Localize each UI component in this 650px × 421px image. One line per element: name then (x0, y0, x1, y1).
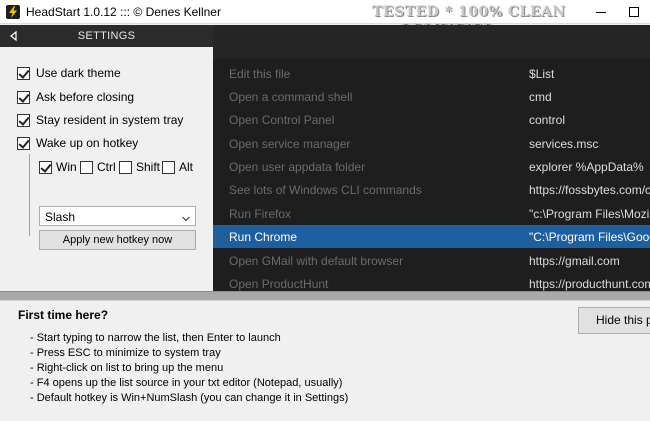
checkbox[interactable] (119, 160, 132, 174)
option-dark-theme[interactable]: Use dark theme (17, 65, 121, 81)
minimize-button[interactable] (584, 0, 618, 24)
item-name: Open a command shell (229, 90, 353, 104)
checkbox[interactable] (17, 90, 30, 104)
modifier-alt[interactable]: Alt (162, 159, 193, 175)
option-label: Ask before closing (36, 90, 135, 104)
list-item[interactable]: Open user appdata folder explorer %AppDa… (213, 155, 650, 178)
hotkey-key-select[interactable]: Slash (39, 206, 196, 226)
list-item[interactable]: Run Firefox "c:\Program Files\Mozill (213, 202, 650, 225)
item-name: Open ProductHunt (229, 277, 329, 291)
list-header-area (213, 25, 650, 59)
help-line: - Default hotkey is Win+NumSlash (you ca… (30, 392, 349, 404)
item-command: https://fossbytes.com/c (529, 183, 650, 197)
maximize-icon (629, 7, 639, 17)
help-title: First time here? (18, 308, 109, 322)
item-command: https://producthunt.com (529, 277, 650, 291)
help-panel: First time here? Hide this p - Start typ… (0, 301, 650, 421)
item-name: See lots of Windows CLI commands (229, 183, 422, 197)
hide-help-button[interactable]: Hide this p (578, 307, 650, 334)
item-command: https://gmail.com (529, 254, 620, 268)
item-name: Open user appdata folder (229, 160, 366, 174)
option-label: Stay resident in system tray (36, 113, 184, 127)
settings-header: SETTINGS (0, 25, 213, 47)
option-system-tray[interactable]: Stay resident in system tray (17, 112, 183, 128)
modifier-label: Win (56, 160, 77, 174)
maximize-button[interactable] (617, 0, 650, 24)
checkbox[interactable] (17, 66, 30, 80)
item-name: Run Chrome (229, 230, 298, 244)
checkbox[interactable] (17, 136, 30, 150)
list-item[interactable]: Open Control Panel control (213, 108, 650, 131)
minimize-icon (596, 11, 606, 13)
item-command: services.msc (529, 137, 599, 151)
item-name: Open GMail with default browser (229, 254, 404, 268)
list-item[interactable]: Open service manager services.msc (213, 132, 650, 155)
modifier-label: Shift (136, 160, 161, 174)
option-label: Wake up on hotkey (36, 136, 139, 150)
item-command: cmd (529, 90, 552, 104)
checkbox[interactable] (162, 160, 175, 174)
help-line: - Right-click on list to bring up the me… (30, 362, 224, 374)
modifier-label: Alt (179, 160, 194, 174)
list-item[interactable]: Run Chrome "C:\Program Files\Goog (213, 225, 650, 248)
list-item[interactable]: Edit this file $List (213, 62, 650, 85)
help-line: - F4 opens up the list source in your tx… (30, 377, 343, 389)
option-ask-before-closing[interactable]: Ask before closing (17, 89, 134, 105)
item-name: Edit this file (229, 67, 291, 81)
hotkey-key-value: Slash (45, 210, 76, 224)
item-command: explorer %AppData% (529, 160, 644, 174)
option-label: Use dark theme (36, 66, 121, 80)
item-name: Open Control Panel (229, 113, 335, 127)
list-item[interactable]: See lots of Windows CLI commands https:/… (213, 178, 650, 201)
item-command: control (529, 113, 566, 127)
lightning-bolt-icon (6, 5, 20, 19)
item-name: Open service manager (229, 137, 351, 151)
item-command: $List (529, 67, 555, 81)
window-title: HeadStart 1.0.12 ::: © Denes Kellner (26, 5, 221, 19)
help-line: - Start typing to narrow the list, then … (30, 332, 281, 344)
chevron-down-icon (182, 212, 190, 222)
title-bar[interactable]: HeadStart 1.0.12 ::: © Denes Kellner (0, 0, 650, 24)
item-command: "C:\Program Files\Goog (529, 230, 650, 244)
list-item[interactable]: Open ProductHunt https://producthunt.com (213, 272, 650, 291)
panel-splitter[interactable] (0, 291, 650, 301)
list-item[interactable]: Open a command shell cmd (213, 85, 650, 108)
checkbox[interactable] (80, 160, 93, 174)
modifier-label: Ctrl (97, 160, 116, 174)
checkbox[interactable] (17, 113, 30, 127)
item-command: "c:\Program Files\Mozill (529, 207, 650, 221)
modifier-win[interactable]: Win (39, 159, 77, 175)
command-list[interactable]: Edit this file $List Open a command shel… (213, 25, 650, 291)
option-wake-on-hotkey[interactable]: Wake up on hotkey (17, 135, 138, 151)
settings-title: SETTINGS (77, 30, 136, 42)
apply-hotkey-button[interactable]: Apply new hotkey now (39, 230, 196, 250)
list-item[interactable]: Open GMail with default browser https://… (213, 249, 650, 272)
checkbox[interactable] (39, 160, 52, 174)
modifier-ctrl[interactable]: Ctrl (80, 159, 116, 175)
settings-panel: SETTINGS Use dark theme Ask before closi… (0, 25, 213, 291)
item-name: Run Firefox (229, 207, 292, 221)
modifier-shift[interactable]: Shift (119, 159, 160, 175)
help-line: - Press ESC to minimize to system tray (30, 347, 221, 359)
